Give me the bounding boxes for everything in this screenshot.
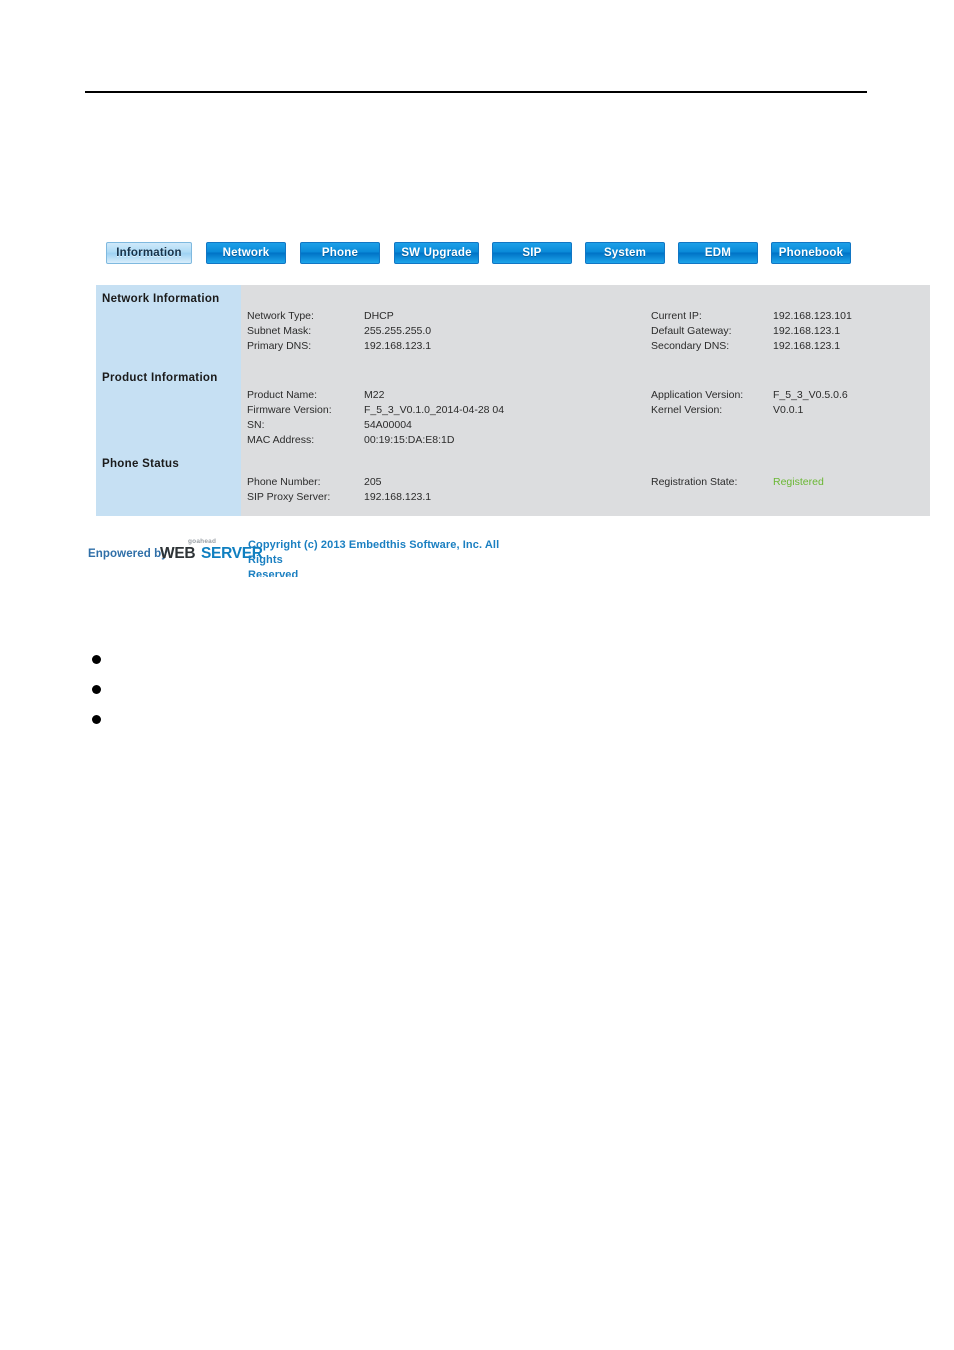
panel-fields: Network Type: DHCP Current IP: 192.168.1…	[241, 285, 930, 516]
tab-network-label: Network	[222, 247, 270, 259]
label-phone-number: Phone Number:	[247, 476, 321, 488]
value-phone-number: 205	[364, 476, 382, 488]
bullet-icon	[92, 655, 101, 664]
value-kernel-version: V0.0.1	[773, 404, 804, 416]
product-information-fields: Product Name: M22 Application Version: F…	[241, 388, 930, 448]
logo-goahead-text: goahead	[188, 538, 217, 545]
label-sip-proxy-server: SIP Proxy Server:	[247, 491, 331, 503]
field-row-subnet-mask: Subnet Mask: 255.255.255.0 Default Gatew…	[241, 324, 930, 339]
label-product-name: Product Name:	[247, 389, 318, 401]
value-mac-address: 00:19:15:DA:E8:1D	[364, 434, 455, 446]
field-row-network-type: Network Type: DHCP Current IP: 192.168.1…	[241, 309, 930, 324]
value-primary-dns: 192.168.123.1	[364, 340, 432, 352]
tab-sw-upgrade-label: SW Upgrade	[401, 247, 472, 259]
label-firmware-version: Firmware Version:	[247, 404, 332, 416]
panel-section-headings: Network Information Product Information …	[96, 285, 241, 516]
value-network-type: DHCP	[364, 310, 394, 322]
field-row-mac-address: MAC Address: 00:19:15:DA:E8:1D	[241, 433, 930, 448]
heading-phone-status: Phone Status	[102, 458, 180, 470]
tab-sip-label: SIP	[522, 247, 542, 259]
tab-information[interactable]: Information	[106, 242, 192, 264]
logo-web-text: WEB	[160, 545, 196, 562]
label-primary-dns: Primary DNS:	[247, 340, 312, 352]
tab-phonebook-label: Phonebook	[778, 247, 844, 259]
tab-sw-upgrade[interactable]: SW Upgrade	[394, 242, 479, 264]
tab-edm-label: EDM	[704, 247, 732, 259]
label-registration-state: Registration State:	[651, 476, 738, 488]
goahead-webserver-logo: goahead WEB SERVER ™	[160, 538, 263, 564]
list-item	[85, 708, 485, 738]
label-kernel-version: Kernel Version:	[651, 404, 723, 416]
tab-system-label: System	[603, 247, 647, 259]
tab-network[interactable]: Network	[206, 242, 286, 264]
value-product-name: M22	[364, 389, 385, 401]
label-secondary-dns: Secondary DNS:	[651, 340, 730, 352]
label-default-gateway: Default Gateway:	[651, 325, 732, 337]
footer-copyright: Copyright (c) 2013 Embedthis Software, I…	[248, 538, 503, 577]
value-subnet-mask: 255.255.255.0	[364, 325, 432, 337]
bullet-icon	[92, 685, 101, 694]
page-footer: Enpowered by goahead WEB SERVER ™ Copyri…	[88, 536, 558, 577]
tab-phonebook[interactable]: Phonebook	[771, 242, 851, 264]
list-item	[85, 678, 485, 708]
phone-status-fields: Phone Number: 205 Registration State: Re…	[241, 475, 930, 505]
field-row-firmware-version: Firmware Version: F_5_3_V0.1.0_2014-04-2…	[241, 403, 930, 418]
tab-information-label: Information	[116, 247, 182, 259]
tab-phone-label: Phone	[321, 247, 359, 259]
field-row-product-name: Product Name: M22 Application Version: F…	[241, 388, 930, 403]
bullet-icon	[92, 715, 101, 724]
value-sn: 54A00004	[364, 419, 412, 431]
value-sip-proxy-server: 192.168.123.1	[364, 491, 432, 503]
value-default-gateway: 192.168.123.1	[773, 325, 841, 337]
field-row-primary-dns: Primary DNS: 192.168.123.1 Secondary DNS…	[241, 339, 930, 354]
value-secondary-dns: 192.168.123.1	[773, 340, 841, 352]
page-header-rule	[85, 91, 867, 93]
bullet-list	[85, 648, 485, 738]
value-application-version: F_5_3_V0.5.0.6	[773, 389, 848, 401]
information-panel: Network Information Product Information …	[96, 285, 930, 516]
tab-sip[interactable]: SIP	[492, 242, 572, 264]
field-row-sn: SN: 54A00004	[241, 418, 930, 433]
value-current-ip: 192.168.123.101	[773, 310, 852, 322]
label-sn: SN:	[247, 419, 265, 431]
field-row-phone-number: Phone Number: 205 Registration State: Re…	[241, 475, 930, 490]
label-network-type: Network Type:	[247, 310, 314, 322]
label-application-version: Application Version:	[651, 389, 744, 401]
network-information-fields: Network Type: DHCP Current IP: 192.168.1…	[241, 309, 930, 354]
label-subnet-mask: Subnet Mask:	[247, 325, 312, 337]
tab-system[interactable]: System	[585, 242, 665, 264]
main-nav-tabs: Information Network Phone SW Upgrade SIP…	[106, 242, 906, 264]
footer-copyright-line1: Copyright (c) 2013 Embedthis Software, I…	[248, 539, 500, 566]
heading-product-information: Product Information	[102, 372, 218, 384]
label-mac-address: MAC Address:	[247, 434, 315, 446]
value-firmware-version: F_5_3_V0.1.0_2014-04-28 04	[364, 404, 505, 416]
footer-enpowered-by-text: Enpowered by	[88, 548, 168, 560]
label-current-ip: Current IP:	[651, 310, 702, 322]
field-row-sip-proxy-server: SIP Proxy Server: 192.168.123.1	[241, 490, 930, 505]
heading-network-information: Network Information	[102, 293, 220, 305]
value-registration-state: Registered	[773, 476, 824, 488]
footer-copyright-line2: Reserved	[248, 569, 299, 577]
list-item	[85, 648, 485, 678]
tab-phone[interactable]: Phone	[300, 242, 380, 264]
tab-edm[interactable]: EDM	[678, 242, 758, 264]
